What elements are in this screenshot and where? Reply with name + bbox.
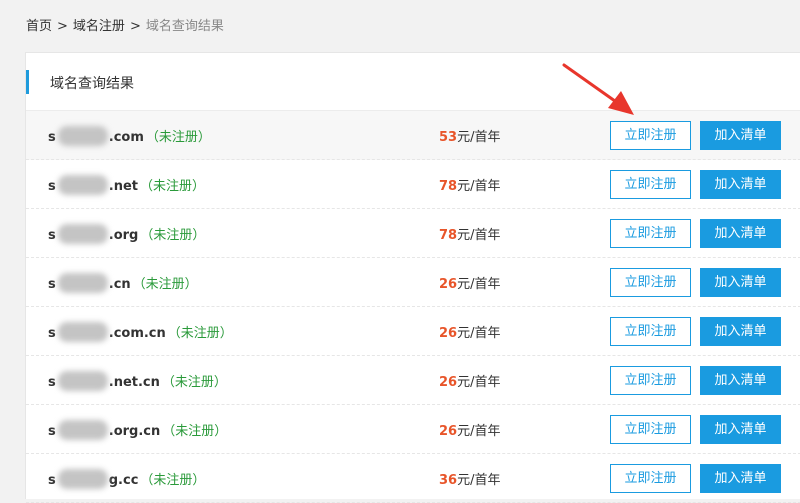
domain-suffix: .net.cn xyxy=(108,375,160,390)
domain-name: s .com.cn （未注册） xyxy=(48,321,233,344)
add-to-list-button[interactable]: 加入清单 xyxy=(700,464,781,493)
domain-suffix: .com xyxy=(108,130,144,145)
panel-title: 域名查询结果 xyxy=(50,76,134,92)
domain-status: （未注册） xyxy=(145,130,211,145)
result-row: s .com.cn （未注册） 26元/首年 立即注册 加入清单 xyxy=(26,307,800,356)
panel-header: 域名查询结果 xyxy=(26,53,800,111)
register-now-button[interactable]: 立即注册 xyxy=(610,415,691,444)
domain-status: （未注册） xyxy=(161,375,227,390)
domain-prefix: s xyxy=(48,277,56,292)
domain-status: （未注册） xyxy=(140,473,206,488)
result-row: s .net.cn （未注册） 26元/首年 立即注册 加入清单 xyxy=(26,356,800,405)
results-list: s .com （未注册） 53元/首年 立即注册 加入清单 s .net （未注册） 7… xyxy=(26,111,800,503)
price: 26元/首年 xyxy=(439,273,500,292)
price: 26元/首年 xyxy=(439,322,500,341)
price: 26元/首年 xyxy=(439,420,500,439)
domain-prefix: s xyxy=(48,179,56,194)
add-to-list-button[interactable]: 加入清单 xyxy=(700,121,781,150)
add-to-list-button[interactable]: 加入清单 xyxy=(700,170,781,199)
register-now-button[interactable]: 立即注册 xyxy=(610,219,691,248)
domain-suffix: .org xyxy=(108,228,139,243)
domain-prefix: s xyxy=(48,375,56,390)
price-value: 26 xyxy=(439,277,458,292)
domain-suffix: .cn xyxy=(108,277,131,292)
add-to-list-button[interactable]: 加入清单 xyxy=(700,317,781,346)
add-to-list-button[interactable]: 加入清单 xyxy=(700,415,781,444)
breadcrumb-home-link[interactable]: 首页 xyxy=(26,19,52,34)
domain-name: s .cn （未注册） xyxy=(48,272,198,295)
redacted-blur xyxy=(57,272,108,293)
price: 78元/首年 xyxy=(439,224,500,243)
redacted-blur xyxy=(57,223,108,244)
domain-prefix: s xyxy=(48,473,56,488)
results-panel: 域名查询结果 s .com （未注册） 53元/首年 立即注册 加入清单 s .net… xyxy=(25,52,800,503)
price-unit: 元/首年 xyxy=(457,424,501,439)
price-unit: 元/首年 xyxy=(457,277,501,292)
redacted-blur xyxy=(57,125,108,146)
header-accent-bar xyxy=(26,70,29,94)
price-unit: 元/首年 xyxy=(457,228,501,243)
redacted-blur xyxy=(57,468,108,489)
register-now-button[interactable]: 立即注册 xyxy=(610,317,691,346)
breadcrumb-separator: > xyxy=(57,19,68,34)
domain-suffix: .com.cn xyxy=(108,326,166,341)
register-now-button[interactable]: 立即注册 xyxy=(610,464,691,493)
price-value: 36 xyxy=(439,473,458,488)
result-row: s g.cc （未注册） 36元/首年 立即注册 加入清单 xyxy=(26,454,800,503)
register-now-button[interactable]: 立即注册 xyxy=(610,366,691,395)
domain-suffix: g.cc xyxy=(108,473,139,488)
price: 26元/首年 xyxy=(439,371,500,390)
add-to-list-button[interactable]: 加入清单 xyxy=(700,268,781,297)
domain-status: （未注册） xyxy=(139,179,205,194)
redacted-blur xyxy=(57,174,108,195)
price: 78元/首年 xyxy=(439,175,500,194)
price-unit: 元/首年 xyxy=(457,473,501,488)
redacted-blur xyxy=(57,321,108,342)
price: 53元/首年 xyxy=(439,126,500,145)
breadcrumb-register-link[interactable]: 域名注册 xyxy=(73,19,125,34)
result-row: s .org.cn （未注册） 26元/首年 立即注册 加入清单 xyxy=(26,405,800,454)
price-value: 26 xyxy=(439,375,458,390)
price-value: 53 xyxy=(439,130,458,145)
domain-status: （未注册） xyxy=(140,228,206,243)
breadcrumb: 首页 > 域名注册 > 域名查询结果 xyxy=(26,15,224,34)
price: 36元/首年 xyxy=(439,469,500,488)
result-row: s .net （未注册） 78元/首年 立即注册 加入清单 xyxy=(26,160,800,209)
breadcrumb-separator: > xyxy=(129,19,141,34)
redacted-blur xyxy=(57,419,108,440)
price-unit: 元/首年 xyxy=(457,326,501,341)
domain-prefix: s xyxy=(48,130,56,145)
price-unit: 元/首年 xyxy=(457,375,501,390)
domain-name: s .com （未注册） xyxy=(48,125,211,148)
register-now-button[interactable]: 立即注册 xyxy=(610,268,691,297)
domain-prefix: s xyxy=(48,326,56,341)
domain-status: （未注册） xyxy=(162,424,228,439)
price-unit: 元/首年 xyxy=(457,179,501,194)
add-to-list-button[interactable]: 加入清单 xyxy=(700,219,781,248)
add-to-list-button[interactable]: 加入清单 xyxy=(700,366,781,395)
result-row: s .org （未注册） 78元/首年 立即注册 加入清单 xyxy=(26,209,800,258)
domain-prefix: s xyxy=(48,228,56,243)
result-row: s .cn （未注册） 26元/首年 立即注册 加入清单 xyxy=(26,258,800,307)
domain-name: s .org （未注册） xyxy=(48,223,206,246)
price-value: 78 xyxy=(439,228,458,243)
domain-name: s .net.cn （未注册） xyxy=(48,370,227,393)
domain-suffix: .net xyxy=(108,179,138,194)
price-value: 78 xyxy=(439,179,458,194)
breadcrumb-current: 域名查询结果 xyxy=(145,19,224,34)
price-value: 26 xyxy=(439,326,458,341)
domain-suffix: .org.cn xyxy=(108,424,161,439)
domain-name: s .net （未注册） xyxy=(48,174,205,197)
domain-name: s .org.cn （未注册） xyxy=(48,419,228,442)
register-now-button[interactable]: 立即注册 xyxy=(610,170,691,199)
domain-prefix: s xyxy=(48,424,56,439)
domain-status: （未注册） xyxy=(167,326,233,341)
domain-status: （未注册） xyxy=(132,277,198,292)
price-unit: 元/首年 xyxy=(457,130,501,145)
redacted-blur xyxy=(57,370,108,391)
result-row: s .com （未注册） 53元/首年 立即注册 加入清单 xyxy=(26,111,800,160)
price-value: 26 xyxy=(439,424,458,439)
domain-name: s g.cc （未注册） xyxy=(48,468,206,491)
register-now-button[interactable]: 立即注册 xyxy=(610,121,691,150)
